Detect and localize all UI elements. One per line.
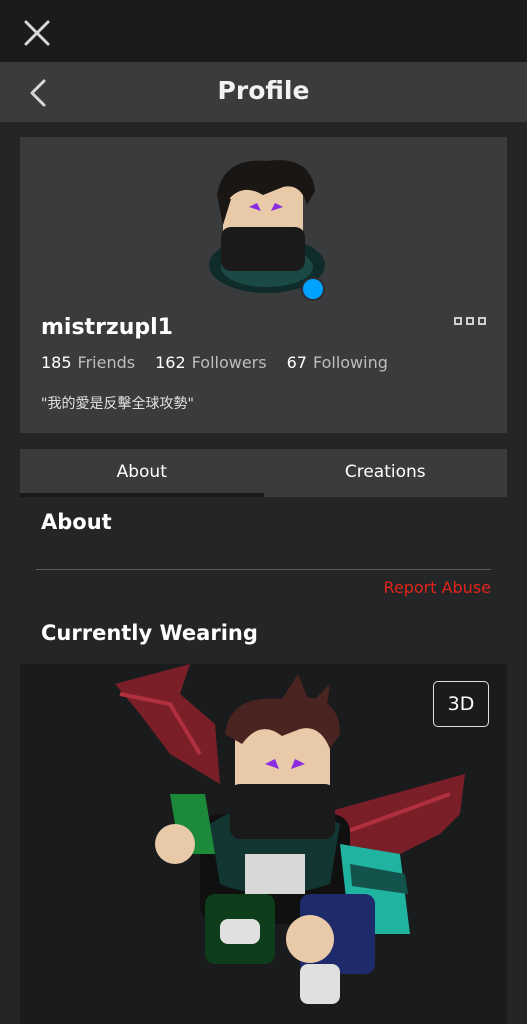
friends-stat[interactable]: 185 Friends: [41, 353, 135, 372]
more-dot-icon: [454, 317, 462, 325]
view-3d-button[interactable]: 3D: [433, 681, 489, 727]
tab-creations[interactable]: Creations: [264, 449, 508, 497]
currently-wearing-heading: Currently Wearing: [41, 621, 258, 645]
friends-count: 185: [41, 353, 72, 372]
status-text: "我的愛是反擊全球攻勢": [41, 396, 194, 412]
close-icon: [24, 20, 50, 46]
username: mistrzupl1: [41, 315, 173, 340]
more-dot-icon: [466, 317, 474, 325]
report-abuse-link[interactable]: Report Abuse: [383, 578, 491, 597]
avatar[interactable]: [203, 155, 333, 301]
profile-stats: 185 Friends 162 Followers 67 Following: [41, 353, 388, 372]
divider: [36, 569, 491, 570]
profile-card: mistrzupl1 185 Friends 162 Followers 67 Fol…: [20, 137, 507, 433]
followers-stat[interactable]: 162 Followers: [155, 353, 267, 372]
close-button[interactable]: [22, 18, 52, 48]
following-label: Following: [312, 353, 388, 372]
nav-bar: Profile: [0, 62, 527, 122]
following-stat[interactable]: 67 Following: [287, 353, 388, 372]
online-status-indicator: [301, 277, 325, 301]
more-dot-icon: [478, 317, 486, 325]
friends-label: Friends: [77, 353, 136, 372]
following-count: 67: [286, 353, 307, 372]
profile-tabs: About Creations: [20, 449, 507, 497]
avatar-headshot: [209, 160, 325, 293]
page-title: Profile: [217, 76, 310, 105]
avatar-3d-viewer[interactable]: 3D: [20, 664, 507, 1024]
followers-label: Followers: [191, 353, 267, 372]
followers-count: 162: [155, 353, 186, 372]
tab-about[interactable]: About: [20, 449, 264, 497]
more-options-button[interactable]: [454, 317, 490, 329]
top-bar: [0, 0, 527, 62]
about-heading: About: [41, 510, 112, 534]
